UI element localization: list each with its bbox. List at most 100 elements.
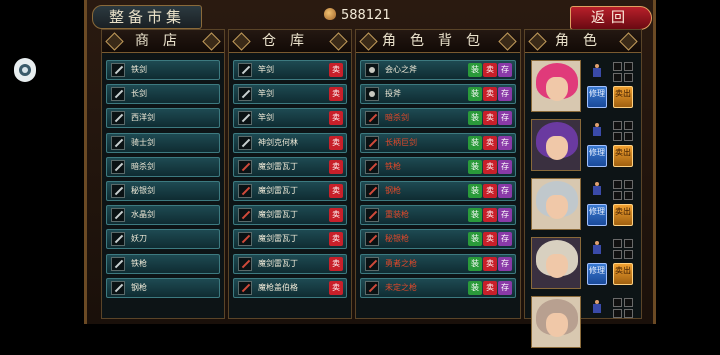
character-portrait[interactable]: [531, 237, 581, 289]
sell-button[interactable]: 卖: [483, 63, 497, 77]
warehouse-item-row[interactable]: 神剑克何林 卖: [233, 132, 347, 153]
bag-item-row[interactable]: 长柄巨剑 装卖存: [360, 132, 516, 153]
character-entry[interactable]: [529, 296, 637, 350]
sell-button[interactable]: 卖: [483, 183, 497, 198]
warehouse-item-row[interactable]: 竿剑 卖: [233, 108, 347, 129]
slot: [613, 250, 622, 259]
sell-out-button[interactable]: 卖出: [613, 86, 633, 108]
warehouse-item-row[interactable]: 竿剑 卖: [233, 60, 347, 80]
sell-out-button[interactable]: 卖出: [613, 204, 633, 226]
sell-button[interactable]: 卖: [329, 159, 343, 174]
warehouse-item-row[interactable]: 魔剑雷瓦丁 卖: [233, 205, 347, 226]
store-button[interactable]: 存: [498, 208, 512, 223]
equip-button[interactable]: 装: [468, 232, 482, 247]
sell-button[interactable]: 卖: [483, 232, 497, 247]
bag-item-row[interactable]: 暗杀剑 装卖存: [360, 108, 516, 129]
equip-button[interactable]: 装: [468, 111, 482, 126]
sell-button[interactable]: 卖: [329, 63, 343, 77]
bag-item-row[interactable]: 钢枪 装卖存: [360, 180, 516, 201]
repair-button[interactable]: 修理: [587, 145, 607, 167]
repair-button[interactable]: 修理: [587, 204, 607, 226]
bag-item-row[interactable]: 铁枪 装卖存: [360, 156, 516, 177]
bag-item-row[interactable]: 投斧 装卖存: [360, 84, 516, 105]
shop-item-row[interactable]: 西洋剑: [106, 108, 220, 129]
sell-button[interactable]: 卖: [329, 111, 343, 126]
bag-item-row[interactable]: 秘银枪 装卖存: [360, 229, 516, 250]
sell-out-button[interactable]: 卖出: [613, 145, 633, 167]
sell-button[interactable]: 卖: [329, 280, 343, 295]
character-portrait[interactable]: [531, 296, 581, 348]
store-button[interactable]: 存: [498, 87, 512, 102]
shop-item-row[interactable]: 暗杀剑: [106, 156, 220, 177]
character-entry[interactable]: 修理 卖出: [529, 119, 637, 173]
character-portrait[interactable]: [531, 60, 581, 112]
sell-button[interactable]: 卖: [483, 208, 497, 223]
store-button[interactable]: 存: [498, 280, 512, 295]
bag-item-row[interactable]: 勇者之枪 装卖存: [360, 253, 516, 274]
shop-item-row[interactable]: 水晶剑: [106, 205, 220, 226]
sell-button[interactable]: 卖: [483, 159, 497, 174]
back-button[interactable]: 返回: [570, 6, 652, 30]
sell-button[interactable]: 卖: [329, 135, 343, 150]
equip-button[interactable]: 装: [468, 135, 482, 150]
weapon-icon: [111, 256, 125, 271]
shop-item-row[interactable]: 长剑: [106, 84, 220, 105]
character-portrait[interactable]: [531, 178, 581, 230]
sell-button[interactable]: 卖: [483, 280, 497, 295]
sell-button[interactable]: 卖: [483, 87, 497, 102]
sell-button[interactable]: 卖: [329, 256, 343, 271]
bag-item-name: 未定之枪: [385, 282, 417, 292]
warehouse-item-row[interactable]: 魔剑雷瓦丁 卖: [233, 180, 347, 201]
bag-item-row[interactable]: 会心之斧 装卖存: [360, 60, 516, 80]
store-button[interactable]: 存: [498, 159, 512, 174]
warehouse-item-row[interactable]: 竿剑 卖: [233, 84, 347, 105]
portrait-face: [546, 313, 568, 337]
shop-item-row[interactable]: 骑士剑: [106, 132, 220, 153]
warehouse-item-row[interactable]: 魔枪盖伯格 卖: [233, 277, 347, 298]
weapon-icon: [238, 87, 252, 102]
store-button[interactable]: 存: [498, 111, 512, 126]
equip-button[interactable]: 装: [468, 63, 482, 77]
store-button[interactable]: 存: [498, 183, 512, 198]
warehouse-item-row[interactable]: 魔剑雷瓦丁 卖: [233, 253, 347, 274]
shop-item-row[interactable]: 铁枪: [106, 253, 220, 274]
sell-button[interactable]: 卖: [483, 135, 497, 150]
shop-item-name: 妖刀: [131, 234, 147, 244]
store-button[interactable]: 存: [498, 232, 512, 247]
bag-item-row[interactable]: 未定之枪 装卖存: [360, 277, 516, 298]
sell-button[interactable]: 卖: [329, 183, 343, 198]
store-button[interactable]: 存: [498, 256, 512, 271]
equip-button[interactable]: 装: [468, 208, 482, 223]
character-entry[interactable]: 修理 卖出: [529, 178, 637, 232]
portrait-face: [546, 254, 568, 278]
equip-button[interactable]: 装: [468, 183, 482, 198]
floating-assist-button[interactable]: [14, 58, 36, 82]
equip-button[interactable]: 装: [468, 256, 482, 271]
repair-button[interactable]: 修理: [587, 263, 607, 285]
character-entry[interactable]: 修理 卖出: [529, 237, 637, 291]
sell-button[interactable]: 卖: [329, 87, 343, 102]
shop-item-row[interactable]: 铁剑: [106, 60, 220, 80]
store-button[interactable]: 存: [498, 135, 512, 150]
sell-out-button[interactable]: 卖出: [613, 263, 633, 285]
character-entry[interactable]: 修理 卖出: [529, 60, 637, 114]
warehouse-item-row[interactable]: 魔剑雷瓦丁 卖: [233, 229, 347, 250]
warehouse-item-row[interactable]: 魔剑雷瓦丁 卖: [233, 156, 347, 177]
shop-item-row[interactable]: 妖刀: [106, 229, 220, 250]
equip-button[interactable]: 装: [468, 280, 482, 295]
equip-button[interactable]: 装: [468, 87, 482, 102]
item-slots: [613, 239, 633, 259]
sell-button[interactable]: 卖: [329, 208, 343, 223]
bag-item-row[interactable]: 重装枪 装卖存: [360, 205, 516, 226]
sell-button[interactable]: 卖: [483, 256, 497, 271]
sell-button[interactable]: 卖: [483, 111, 497, 126]
shop-item-row[interactable]: 秘银剑: [106, 180, 220, 201]
shop-header-label: 商店: [135, 33, 191, 49]
equip-button[interactable]: 装: [468, 159, 482, 174]
store-button[interactable]: 存: [498, 63, 512, 77]
character-portrait[interactable]: [531, 119, 581, 171]
shop-item-row[interactable]: 钢枪: [106, 277, 220, 298]
top-bar: 整备市集 588121 返回: [84, 3, 656, 30]
repair-button[interactable]: 修理: [587, 86, 607, 108]
sell-button[interactable]: 卖: [329, 232, 343, 247]
